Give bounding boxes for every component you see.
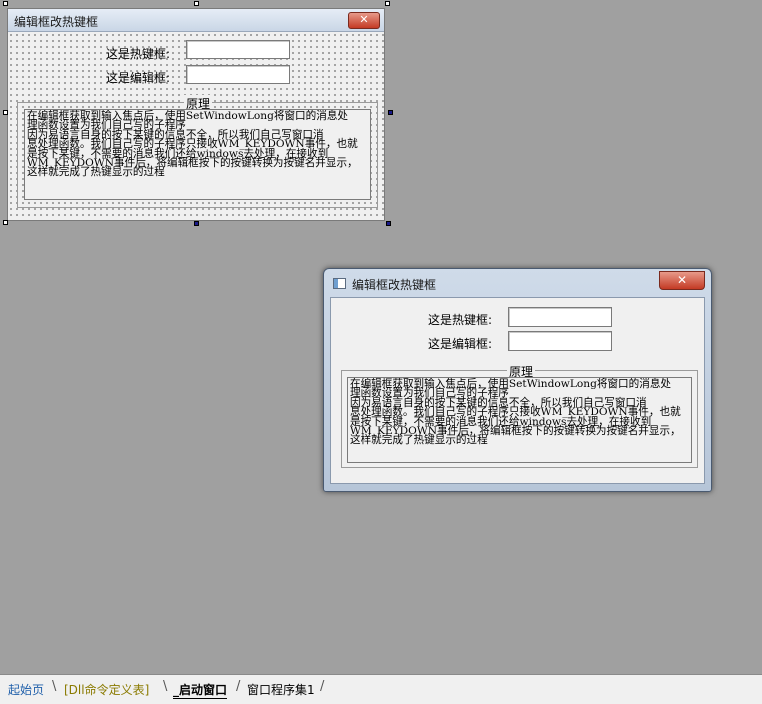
designer-form[interactable]: 编辑框改热键框 ✕ 这是热键框: 这是编辑框: 原理 在编辑框获取到输入焦点后，… [7,8,385,221]
resize-handle-bottom-left[interactable] [3,220,8,225]
runtime-window[interactable]: 编辑框改热键框 ✕ 这是热键框: 这是编辑框: 原理 在编辑框获取到输入焦点后，… [323,268,712,492]
runtime-description-box[interactable]: 在编辑框获取到输入焦点后，使用SetWindowLong将窗口的消息处 理函数设… [347,377,692,463]
window-app-icon [333,278,346,289]
designer-principle-group[interactable]: 原理 在编辑框获取到输入焦点后，使用SetWindowLong将窗口的消息处 理… [17,95,378,208]
resize-handle-top-left[interactable] [3,1,8,6]
designer-title: 编辑框改热键框 [14,15,99,29]
tab-dll-commands[interactable]: [Dll命令定义表] [64,681,149,698]
tab-window-assembly[interactable]: 窗口程序集1 [247,681,315,698]
tab-separator: \ [52,679,57,694]
runtime-principle-group: 原理 在编辑框获取到输入焦点后，使用SetWindowLong将窗口的消息处 理… [341,363,698,468]
tab-separator: \ [163,679,168,694]
resize-handle-left[interactable] [3,110,8,115]
tab-start-page[interactable]: 起始页 [8,681,44,698]
runtime-edit-label: 这是编辑框: [428,337,493,351]
runtime-close-button[interactable]: ✕ [659,271,705,290]
tab-separator: / [320,679,325,694]
resize-handle-bottom[interactable] [194,221,199,226]
designer-hotkey-label: 这是热键框: [106,47,171,61]
designer-edit-box[interactable] [186,65,290,84]
runtime-client-area: 这是热键框: 这是编辑框: 原理 在编辑框获取到输入焦点后，使用SetWindo… [330,297,705,484]
tab-startup-window[interactable]: _启动窗口 [173,681,228,699]
designer-description-box[interactable]: 在编辑框获取到输入焦点后，使用SetWindowLong将窗口的消息处 理函数设… [24,109,371,200]
designer-edit-label: 这是编辑框: [106,71,171,85]
resize-handle-right[interactable] [388,110,393,115]
runtime-hotkey-input[interactable] [508,307,612,327]
designer-close-button[interactable]: ✕ [348,12,380,29]
designer-title-bar[interactable]: 编辑框改热键框 ✕ [8,9,384,32]
runtime-edit-input[interactable] [508,331,612,351]
tab-separator: / [236,679,241,694]
designer-desc-line: 这样就完成了热键显示的过程 [27,166,165,179]
resize-handle-top[interactable] [194,1,199,6]
resize-handle-bottom-right[interactable] [386,221,391,226]
runtime-desc-line: 这样就完成了热键显示的过程 [350,434,488,447]
resize-handle-top-right[interactable] [385,1,390,6]
designer-hotkey-box[interactable] [186,40,290,59]
runtime-hotkey-label: 这是热键框: [428,313,493,327]
editor-tab-bar: 起始页 \ [Dll命令定义表] \ _启动窗口 / 窗口程序集1 / [0,674,762,704]
designer-client-area[interactable]: 这是热键框: 这是编辑框: 原理 在编辑框获取到输入焦点后，使用SetWindo… [8,32,384,220]
runtime-window-title: 编辑框改热键框 [352,278,437,292]
